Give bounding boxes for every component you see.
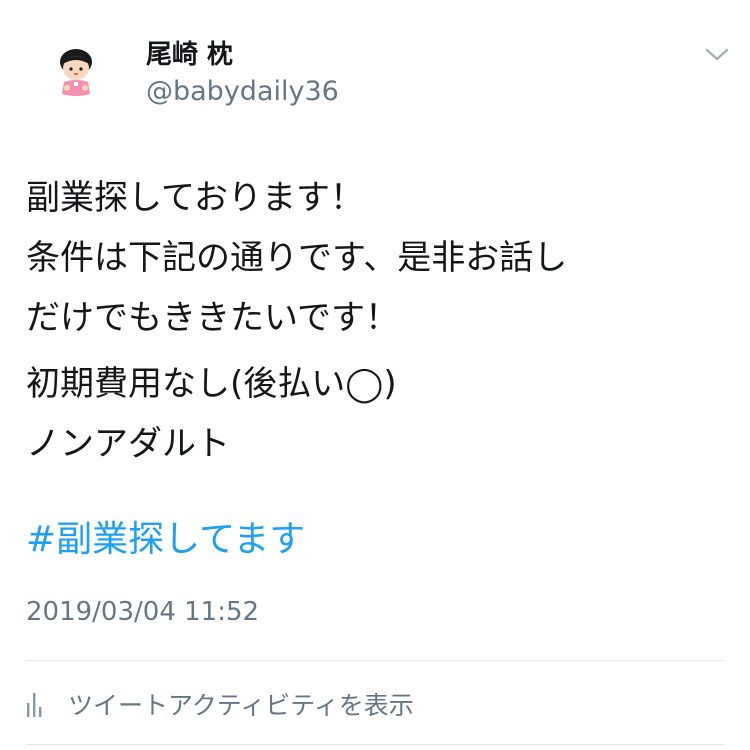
tweet-activity-label: ツイートアクティビティを表示: [68, 691, 414, 720]
divider: [26, 660, 724, 661]
bar-chart-icon: [27, 693, 42, 717]
condition-line: ノンアダルト: [26, 424, 230, 464]
tweet-timestamp: 2019/03/04 11:52: [26, 597, 260, 627]
condition-line: 初期費用なし(後払い◯): [26, 364, 397, 404]
tweet-text: 副業探しております！ 条件は下記の通りです、是非お話し だけでもききたいです！ …: [26, 168, 726, 474]
hashtag-link[interactable]: #副業探してます: [26, 512, 305, 568]
display-name[interactable]: 尾崎 枕: [146, 38, 233, 72]
user-handle[interactable]: @babydaily36: [146, 74, 339, 110]
divider: [26, 744, 724, 745]
tweet-line: だけでもききたいです！: [26, 298, 399, 338]
more-options-button[interactable]: [704, 44, 730, 64]
tweet-line: 副業探しております！: [26, 178, 364, 218]
avatar-baby-icon: [60, 49, 92, 96]
tweet-intro-paragraph: 副業探しております！ 条件は下記の通りです、是非お話し だけでもききたいです！: [26, 168, 726, 348]
tweet-activity-button[interactable]: ツイートアクティビティを表示: [26, 684, 414, 724]
tweet-conditions-paragraph: 初期費用なし(後払い◯) ノンアダルト: [26, 354, 726, 474]
avatar[interactable]: [48, 42, 104, 100]
tweet-line: 条件は下記の通りです、是非お話し: [26, 238, 568, 278]
chevron-down-icon: [705, 48, 729, 61]
